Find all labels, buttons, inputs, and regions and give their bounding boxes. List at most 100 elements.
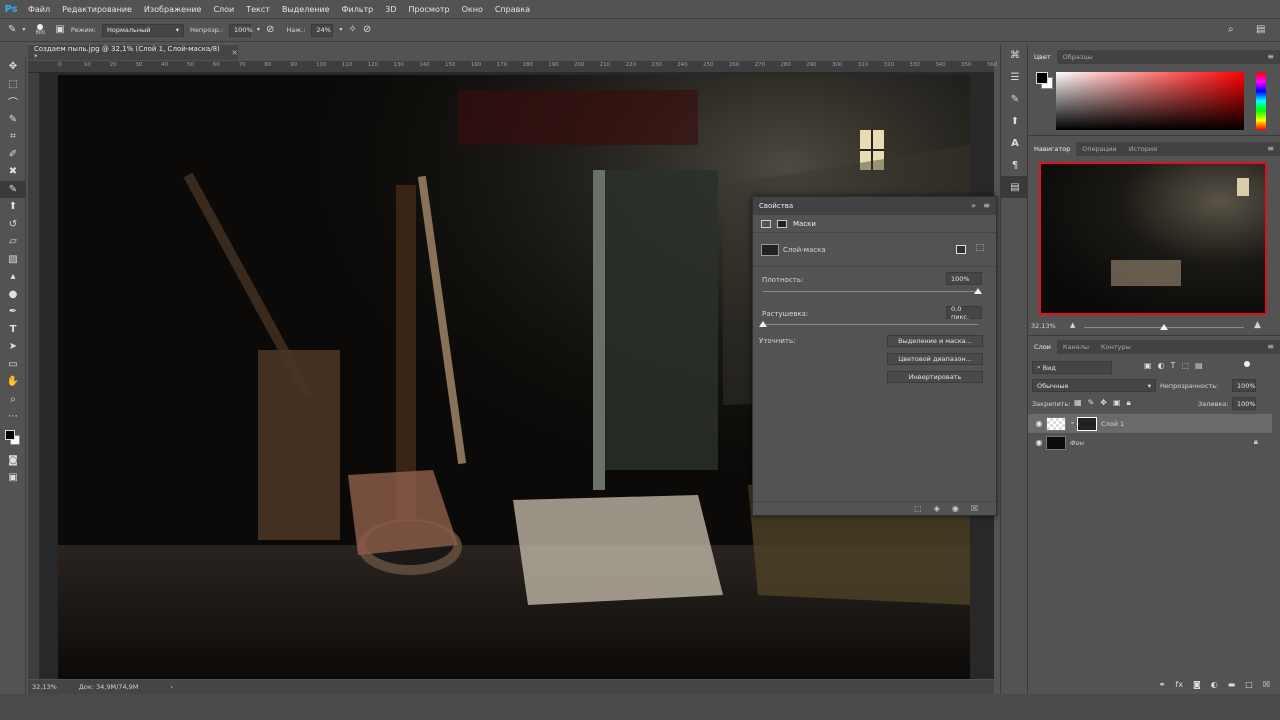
eraser-tool-icon[interactable]: ▱ (0, 233, 26, 251)
blend-mode-select[interactable]: Обычные ▾ (1032, 379, 1156, 392)
screen-mode-icon[interactable]: ▣ (0, 469, 26, 487)
history-brush-tool-icon[interactable]: ↺ (0, 216, 26, 234)
collapse-icon[interactable]: » (971, 201, 976, 210)
healing-tool-icon[interactable]: ✖ (0, 163, 26, 181)
type-tool-icon[interactable]: T (0, 321, 26, 339)
shape-filter-icon[interactable]: ⬚ (1181, 361, 1189, 370)
blur-tool-icon[interactable]: ▴ (0, 268, 26, 286)
panel-menu-icon[interactable]: ≡ (1267, 342, 1274, 351)
path-select-tool-icon[interactable]: ➤ (0, 338, 26, 356)
pressure-size-icon[interactable]: ⊘ (363, 25, 371, 35)
navigator-zoom[interactable]: 32,13% (1031, 322, 1056, 330)
lock-transparent-icon[interactable]: ▦ (1074, 398, 1082, 408)
hue-slider[interactable] (1256, 72, 1266, 130)
brush-panel-toggle-icon[interactable]: ▣ (55, 25, 64, 35)
navigator-preview[interactable] (1039, 162, 1267, 315)
layer-name[interactable]: Слой 1 (1101, 420, 1124, 428)
chevron-right-icon[interactable]: › (170, 683, 173, 691)
menu-item[interactable]: Слои (207, 5, 240, 14)
add-mask-icon[interactable]: ◙ (1193, 680, 1201, 689)
gradient-tool-icon[interactable]: ▧ (0, 251, 26, 269)
history-panel-icon[interactable]: ⌘ (1001, 44, 1029, 66)
properties-panel-icon[interactable]: ▤ (1001, 176, 1029, 198)
pixel-mask-icon[interactable] (761, 219, 771, 228)
feather-input[interactable]: 0,0 пикс. (946, 305, 982, 321)
airbrush-icon[interactable]: ✧ (348, 25, 356, 35)
adjustment-filter-icon[interactable]: ◐ (1158, 361, 1165, 370)
tab-channels[interactable]: Каналы (1057, 340, 1095, 354)
brush-tool-icon[interactable]: ✎ (0, 180, 26, 198)
document-tab[interactable]: Создаем пыль.jpg @ 32,1% (Слой 1, Слой-м… (28, 44, 238, 61)
layer-row[interactable]: ◉ ⚭ Слой 1 (1028, 414, 1272, 433)
quick-mask-icon[interactable]: ◙ (0, 452, 26, 470)
tab-swatches[interactable]: Образцы (1057, 50, 1099, 64)
type-filter-icon[interactable]: T (1171, 361, 1176, 370)
marquee-tool-icon[interactable]: ⬚ (0, 76, 26, 94)
clone-source-icon[interactable]: ⬆ (1001, 110, 1029, 132)
mode-select[interactable]: Нормальный ▾ (101, 23, 184, 37)
link-icon[interactable]: ⚭ (1070, 420, 1075, 427)
lock-image-icon[interactable]: ✎ (1088, 398, 1095, 408)
menu-item[interactable]: Файл (22, 5, 56, 14)
delete-mask-icon[interactable]: ☒ (971, 504, 978, 513)
lasso-tool-icon[interactable]: ⌒ (0, 93, 26, 111)
tab-history[interactable]: История (1123, 142, 1163, 156)
crop-tool-icon[interactable]: ⌗ (0, 128, 26, 146)
zoom-level[interactable]: 32,13% (32, 683, 57, 691)
quick-select-tool-icon[interactable]: ✎ (0, 111, 26, 129)
paragraph-panel-icon[interactable]: ¶ (1001, 154, 1029, 176)
density-slider-thumb[interactable] (974, 288, 982, 294)
smart-filter-icon[interactable]: ▤ (1195, 361, 1203, 370)
pressure-input[interactable]: 24% (311, 23, 334, 37)
invert-button[interactable]: Инвертировать (887, 371, 983, 383)
character-panel-icon[interactable]: A (1001, 132, 1029, 154)
navigator-zoom-thumb[interactable] (1160, 324, 1168, 330)
tab-navigator[interactable]: Навигатор (1028, 142, 1077, 156)
lock-all-icon[interactable]: 🔒︎ (1127, 398, 1131, 408)
close-icon[interactable]: × (231, 48, 238, 57)
layer-style-icon[interactable]: fx (1175, 680, 1183, 689)
color-field[interactable] (1056, 72, 1244, 130)
eye-icon[interactable]: ◉ (1032, 419, 1046, 428)
layer-name[interactable]: Фон (1070, 439, 1084, 447)
menu-item[interactable]: Просмотр (403, 5, 456, 14)
layer-filter-select[interactable]: ⌕ Вид (1032, 361, 1112, 374)
stamp-tool-icon[interactable]: ⬆ (0, 198, 26, 216)
zoom-tool-icon[interactable]: ⌕ (0, 391, 26, 409)
delete-layer-icon[interactable]: ☒ (1263, 680, 1270, 689)
select-and-mask-button[interactable]: Выделение и маска... (887, 335, 983, 347)
panel-menu-icon[interactable]: ≡ (983, 201, 990, 210)
density-input[interactable]: 100% (946, 272, 982, 285)
tab-layers[interactable]: Слои (1028, 340, 1057, 354)
apply-mask-icon[interactable]: ◈ (934, 504, 940, 513)
menu-item[interactable]: Текст (240, 5, 276, 14)
lock-artboard-icon[interactable]: ▣ (1113, 398, 1121, 408)
menu-item[interactable]: Редактирование (56, 5, 138, 14)
brush-tool-icon[interactable]: ✎ (8, 25, 16, 35)
feather-slider-track[interactable] (763, 324, 978, 325)
menu-item[interactable]: Выделение (276, 5, 336, 14)
menu-item[interactable]: Изображение (138, 5, 208, 14)
tab-color[interactable]: Цвет (1028, 50, 1057, 64)
hand-tool-icon[interactable]: ✋ (0, 373, 26, 391)
dropdown-arrow-icon[interactable]: ▾ (22, 25, 25, 35)
menu-item[interactable]: 3D (379, 5, 402, 14)
adjustment-layer-icon[interactable]: ◐ (1211, 680, 1218, 689)
layer-opacity-input[interactable]: 100% (1232, 379, 1256, 392)
layer-mask-thumbnail[interactable] (1077, 416, 1098, 431)
menu-item[interactable]: Справка (489, 5, 536, 14)
shape-tool-icon[interactable]: ▭ (0, 356, 26, 374)
opacity-dropdown-icon[interactable]: ▾ (257, 25, 260, 35)
fg-color-swatch[interactable] (1036, 72, 1048, 84)
select-vector-mask-icon[interactable]: ⬚ (975, 243, 984, 253)
brush-preset-picker[interactable]: 800 (31, 24, 49, 36)
vector-mask-icon[interactable] (777, 219, 787, 228)
foreground-color[interactable] (5, 429, 15, 440)
select-pixel-mask-icon[interactable] (956, 245, 966, 254)
lock-position-icon[interactable]: ✥ (1100, 398, 1107, 408)
move-tool-icon[interactable]: ✥ (0, 58, 26, 76)
layer-row[interactable]: ◉ Фон 🔒︎ (1028, 433, 1272, 452)
adjustments-icon[interactable]: ☰ (1001, 66, 1029, 88)
visibility-icon[interactable]: ◉ (952, 504, 959, 513)
opacity-input[interactable]: 100% (229, 23, 253, 37)
